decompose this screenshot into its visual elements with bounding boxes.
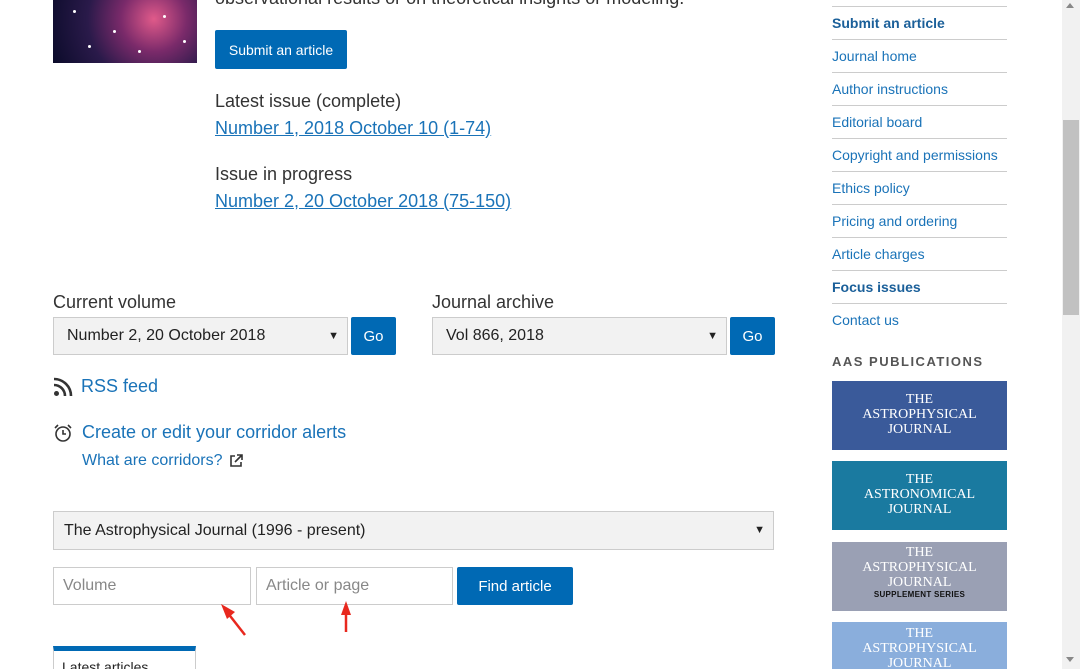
sidebar-item-article-charges[interactable]: Article charges <box>832 237 1007 270</box>
tab-latest-articles-label: Latest articles <box>62 659 149 669</box>
publication-title-line: ASTROPHYSICAL <box>862 560 977 575</box>
dropdown-caret-icon: ▼ <box>707 330 718 342</box>
page-scrollbar[interactable] <box>1062 0 1080 669</box>
rss-feed-link[interactable]: RSS feed <box>53 376 158 397</box>
journal-archive-select[interactable]: Vol 866, 2018 ▼ <box>432 317 727 355</box>
current-volume-value: Number 2, 20 October 2018 <box>67 327 266 344</box>
latest-issue-link[interactable]: Number 1, 2018 October 10 (1-74) <box>215 118 491 139</box>
publication-title-line: JOURNAL <box>887 422 952 437</box>
journal-description: observational results or on theoretical … <box>215 0 684 9</box>
journal-select-value: The Astrophysical Journal (1996 - presen… <box>64 521 366 539</box>
annotation-arrow-article <box>341 601 351 632</box>
sidebar-item-submit-article[interactable]: Submit an article <box>832 6 1007 39</box>
sidebar-item-author-instructions[interactable]: Author instructions <box>832 72 1007 105</box>
publication-title-line: ASTRONOMICAL <box>863 487 976 502</box>
publication-title-line: ASTROPHYSICAL <box>862 641 977 656</box>
publication-title-line: ASTROPHYSICAL <box>862 407 977 422</box>
journal-archive-label: Journal archive <box>432 292 555 312</box>
scrollbar-thumb[interactable] <box>1063 120 1079 315</box>
sidebar-item-pricing[interactable]: Pricing and ordering <box>832 204 1007 237</box>
publication-apjs-card[interactable]: THE ASTROPHYSICAL JOURNAL SUPPLEMENT SER… <box>832 542 1007 611</box>
sidebar-item-journal-home[interactable]: Journal home <box>832 39 1007 72</box>
publication-apj-card[interactable]: THE ASTROPHYSICAL JOURNAL <box>832 381 1007 450</box>
publication-title-line: THE <box>905 545 934 560</box>
publication-title-line: JOURNAL <box>887 575 952 590</box>
current-volume-go-button[interactable]: Go <box>351 317 396 355</box>
sidebar-item-editorial-board[interactable]: Editorial board <box>832 105 1007 138</box>
journal-archive-go-button[interactable]: Go <box>730 317 775 355</box>
publication-aj-card[interactable]: THE ASTRONOMICAL JOURNAL <box>832 461 1007 530</box>
publication-title-line: THE <box>905 626 934 641</box>
publication-title-line: JOURNAL <box>887 502 952 517</box>
journal-archive-value: Vol 866, 2018 <box>446 327 544 344</box>
rss-feed-label: RSS feed <box>81 376 159 396</box>
publication-title-line: JOURNAL <box>887 656 952 669</box>
journal-select[interactable]: The Astrophysical Journal (1996 - presen… <box>53 511 774 550</box>
alarm-clock-icon <box>54 423 72 442</box>
annotation-arrow-volume <box>221 604 246 636</box>
submit-article-button[interactable]: Submit an article <box>215 30 347 69</box>
what-are-corridors-link[interactable]: What are corridors? <box>82 452 243 470</box>
external-link-icon <box>229 454 243 467</box>
what-are-corridors-label: What are corridors? <box>82 452 223 469</box>
scroll-down-arrow-icon[interactable] <box>1066 657 1074 662</box>
corridor-alerts-label: Create or edit your corridor alerts <box>82 422 347 442</box>
publication-subtitle: SUPPLEMENT SERIES <box>873 590 966 599</box>
dropdown-caret-icon: ▼ <box>754 524 765 536</box>
journal-cover-image <box>53 0 197 63</box>
sidebar-item-focus-issues[interactable]: Focus issues <box>832 270 1007 303</box>
issue-in-progress-link[interactable]: Number 2, 20 October 2018 (75-150) <box>215 191 511 212</box>
scroll-up-arrow-icon[interactable] <box>1066 3 1074 8</box>
current-volume-select[interactable]: Number 2, 20 October 2018 ▼ <box>53 317 348 355</box>
current-volume-label: Current volume <box>53 292 177 312</box>
corridor-alerts-link[interactable]: Create or edit your corridor alerts <box>53 422 346 443</box>
latest-issue-label: Latest issue (complete) <box>215 91 402 111</box>
dropdown-caret-icon: ▼ <box>328 330 339 342</box>
tab-latest-articles[interactable]: Latest articles <box>53 646 196 669</box>
sidebar-item-contact-us[interactable]: Contact us <box>832 303 1007 336</box>
find-article-button[interactable]: Find article <box>457 567 573 605</box>
aas-publications-heading: AAS PUBLICATIONS <box>832 354 984 369</box>
publication-apjl-card[interactable]: THE ASTROPHYSICAL JOURNAL <box>832 622 1007 669</box>
publication-title-line: THE <box>905 392 934 407</box>
rss-icon <box>53 377 73 396</box>
sidebar-item-copyright[interactable]: Copyright and permissions <box>832 138 1007 171</box>
journal-sidebar-nav: Submit an article Journal home Author in… <box>832 6 1007 336</box>
publication-title-line: THE <box>905 472 934 487</box>
issue-in-progress-label: Issue in progress <box>215 164 353 184</box>
sidebar-item-ethics-policy[interactable]: Ethics policy <box>832 171 1007 204</box>
